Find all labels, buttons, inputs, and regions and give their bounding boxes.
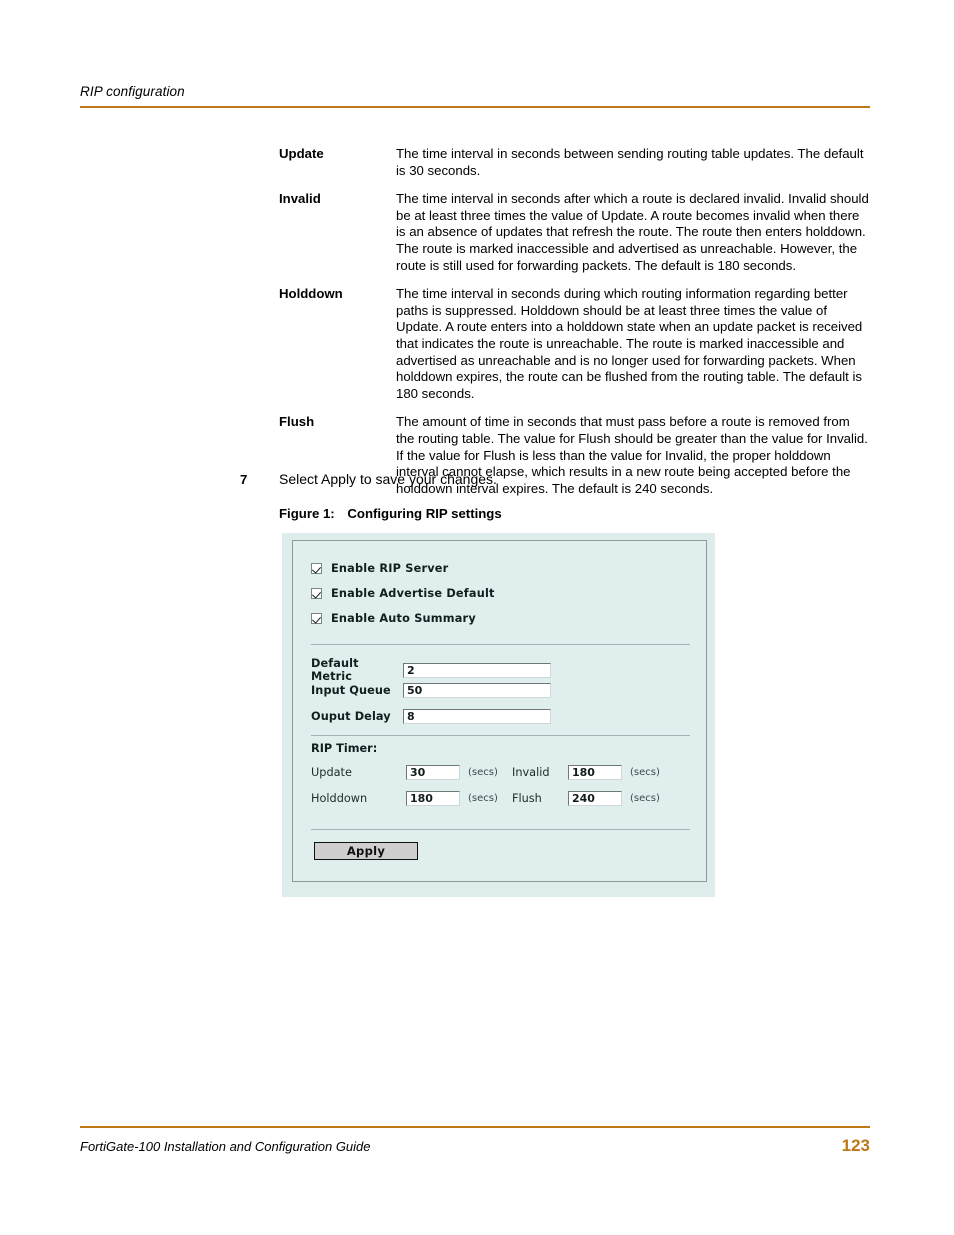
- timer-label-update: Update: [311, 766, 352, 779]
- apply-button[interactable]: Apply: [314, 842, 418, 860]
- figure-caption-text: Configuring RIP settings: [347, 506, 502, 521]
- checkbox-checked-icon[interactable]: [311, 563, 322, 574]
- definition-term: Holddown: [279, 286, 343, 302]
- definition-term: Invalid: [279, 191, 321, 207]
- checkbox-enable-rip-server[interactable]: Enable RIP Server: [311, 562, 448, 575]
- timer-units: (secs): [630, 767, 660, 778]
- definition-list: Update The time interval in seconds betw…: [279, 146, 869, 509]
- input-queue-input[interactable]: 50: [403, 683, 551, 698]
- definition-description: The time interval in seconds between sen…: [396, 146, 864, 178]
- section-divider: [311, 735, 690, 736]
- definition-description: The time interval in seconds after which…: [396, 191, 869, 273]
- timer-row-update-invalid: Update 30 (secs) Invalid 180 (secs): [311, 765, 690, 780]
- field-input-queue: Input Queue 50: [311, 683, 551, 698]
- procedure-step: 7 Select Apply to save your changes.: [240, 471, 870, 488]
- footer-rule: [80, 1126, 870, 1128]
- ouput-delay-input[interactable]: 8: [403, 709, 551, 724]
- rip-settings-screenshot: Enable RIP Server Enable Advertise Defau…: [282, 533, 715, 897]
- timer-units: (secs): [630, 793, 660, 804]
- header-rule: [80, 106, 870, 108]
- rip-timer-heading: RIP Timer:: [311, 742, 378, 755]
- timer-label-invalid: Invalid: [512, 766, 550, 779]
- timer-units: (secs): [468, 767, 498, 778]
- field-label: Input Queue: [311, 684, 391, 697]
- checkbox-enable-advertise-default[interactable]: Enable Advertise Default: [311, 587, 495, 600]
- holddown-timer-input[interactable]: 180: [406, 791, 460, 806]
- checkbox-label: Enable Auto Summary: [331, 612, 476, 625]
- page-header: RIP configuration: [80, 84, 870, 108]
- field-default-metric: Default Metric 2: [311, 657, 551, 683]
- field-label: Default Metric: [311, 657, 359, 683]
- definition-row-update: Update The time interval in seconds betw…: [279, 146, 869, 179]
- checkbox-label: Enable RIP Server: [331, 562, 449, 575]
- rip-settings-form: Enable RIP Server Enable Advertise Defau…: [292, 540, 707, 882]
- section-divider: [311, 644, 690, 645]
- timer-label-holddown: Holddown: [311, 792, 368, 805]
- page-footer: FortiGate-100 Installation and Configura…: [80, 1126, 870, 1156]
- checkbox-checked-icon[interactable]: [311, 613, 322, 624]
- step-number: 7: [240, 472, 248, 487]
- definition-row-invalid: Invalid The time interval in seconds aft…: [279, 191, 869, 274]
- checkbox-checked-icon[interactable]: [311, 588, 322, 599]
- field-ouput-delay: Ouput Delay 8: [311, 709, 551, 724]
- field-label: Ouput Delay: [311, 710, 391, 723]
- definition-term: Flush: [279, 414, 315, 430]
- checkbox-enable-auto-summary[interactable]: Enable Auto Summary: [311, 612, 476, 625]
- figure-caption-label: Figure 1:: [279, 506, 335, 521]
- invalid-timer-input[interactable]: 180: [568, 765, 622, 780]
- timer-units: (secs): [468, 793, 498, 804]
- figure-caption: Figure 1: Configuring RIP settings: [279, 506, 502, 521]
- section-divider: [311, 829, 690, 830]
- step-text: Select Apply to save your changes.: [279, 471, 497, 487]
- checkbox-label: Enable Advertise Default: [331, 587, 495, 600]
- running-head: RIP configuration: [80, 84, 185, 99]
- definition-row-holddown: Holddown The time interval in seconds du…: [279, 286, 869, 402]
- flush-timer-input[interactable]: 240: [568, 791, 622, 806]
- guide-title: FortiGate-100 Installation and Configura…: [80, 1139, 371, 1154]
- default-metric-input[interactable]: 2: [403, 662, 551, 678]
- update-timer-input[interactable]: 30: [406, 765, 460, 780]
- definition-term: Update: [279, 146, 324, 161]
- timer-label-flush: Flush: [512, 792, 542, 805]
- definition-description: The time interval in seconds during whic…: [396, 286, 863, 401]
- timer-row-holddown-flush: Holddown 180 (secs) Flush 240 (secs): [311, 791, 690, 806]
- page-number: 123: [841, 1136, 870, 1155]
